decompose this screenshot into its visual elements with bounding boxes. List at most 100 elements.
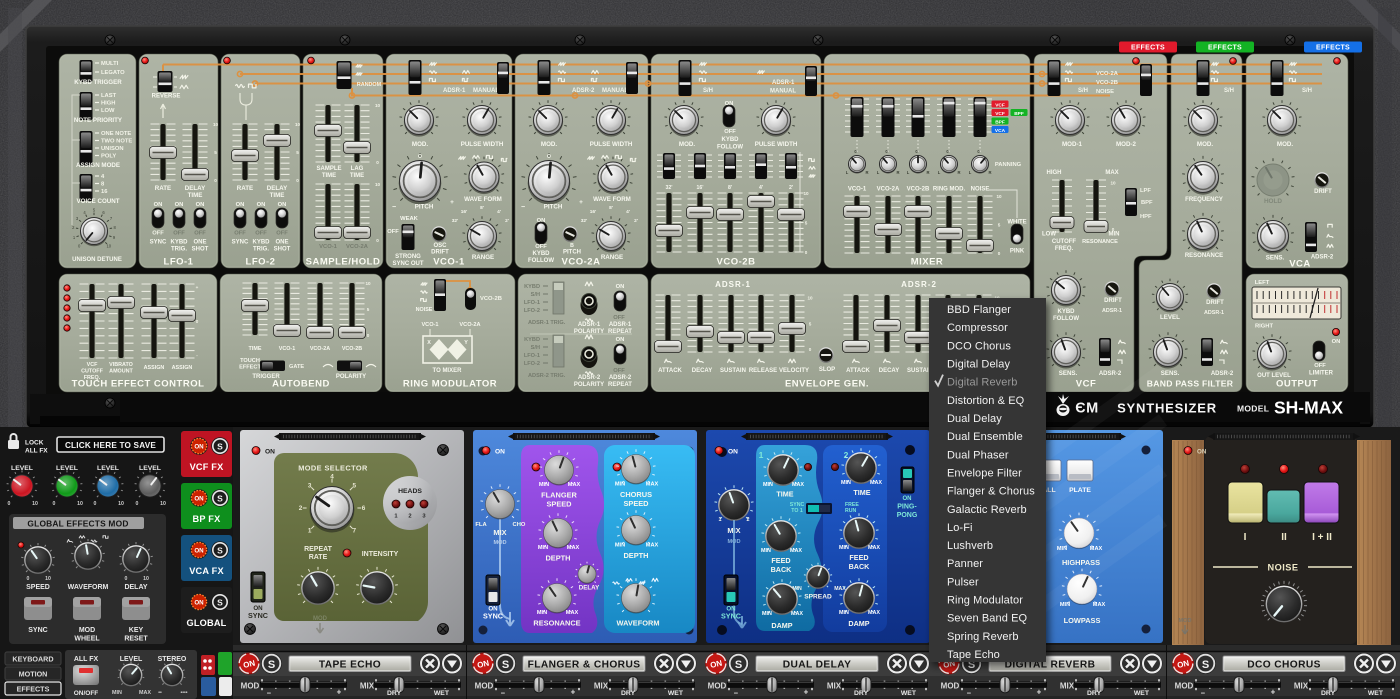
svg-text:VCO-2A: VCO-2A [310, 346, 330, 352]
svg-text:POLARITY: POLARITY [336, 374, 366, 380]
svg-text:VCF FX: VCF FX [190, 462, 225, 472]
svg-text:10: 10 [118, 501, 124, 507]
svg-text:ADSR-2: ADSR-2 [578, 375, 601, 381]
svg-text:DRY: DRY [621, 690, 636, 697]
svg-text:BPF: BPF [1141, 200, 1153, 206]
svg-text:BPF: BPF [995, 119, 1005, 125]
svg-text:ADSR-1: ADSR-1 [578, 322, 601, 328]
svg-text:OFF: OFF [387, 229, 399, 235]
svg-text:NOTE PRIORITY: NOTE PRIORITY [74, 117, 123, 124]
svg-text:EFFECTS: EFFECTS [1208, 45, 1242, 52]
svg-text:TRIGGER: TRIGGER [252, 374, 280, 380]
svg-text:ON: ON [194, 496, 204, 503]
svg-text:ON: ON [903, 496, 912, 502]
svg-text:MOD: MOD [708, 682, 727, 691]
svg-text:LFO-1: LFO-1 [164, 257, 194, 268]
svg-text:PULSE WIDTH: PULSE WIDTH [755, 141, 798, 148]
svg-text:OFF: OFF [724, 129, 736, 135]
svg-text:PANNING: PANNING [995, 162, 1022, 168]
svg-text:CLICK HERE TO SAVE: CLICK HERE TO SAVE [65, 441, 156, 450]
svg-text:SAMPLE/HOLD: SAMPLE/HOLD [306, 257, 381, 268]
svg-text:ON: ON [194, 600, 204, 607]
svg-text:LOW: LOW [101, 108, 115, 114]
svg-text:MOD.: MOD. [541, 141, 557, 148]
svg-text:ON: ON [728, 449, 738, 456]
svg-text:ADSR-1: ADSR-1 [772, 80, 795, 86]
svg-text:RESONANCE: RESONANCE [533, 619, 580, 628]
svg-text:ONE: ONE [275, 240, 288, 246]
svg-text:TO 1: TO 1 [791, 508, 803, 514]
svg-text:PINK: PINK [1010, 249, 1025, 255]
svg-text:KYBD TRIGGER: KYBD TRIGGER [74, 79, 122, 86]
svg-text:MIN: MIN [538, 545, 548, 551]
svg-text:REPEAT: REPEAT [608, 382, 632, 388]
svg-text:RATE: RATE [309, 554, 328, 561]
svg-text:LOCK: LOCK [25, 440, 44, 447]
svg-text:ADSR-1: ADSR-1 [609, 322, 632, 328]
svg-text:+: + [579, 199, 583, 206]
svg-text:ADSR-2: ADSR-2 [901, 280, 937, 289]
svg-text:VCO-1: VCO-1 [279, 346, 295, 352]
svg-text:2: 2 [747, 517, 750, 523]
svg-text:SYNC: SYNC [28, 627, 47, 634]
svg-text:MAX: MAX [1105, 170, 1118, 176]
svg-text:MIN: MIN [1060, 602, 1070, 608]
svg-text:WET: WET [901, 690, 917, 697]
svg-text:VCA FX: VCA FX [189, 566, 224, 576]
svg-text:ON: ON [616, 284, 625, 290]
svg-text:HEADS: HEADS [398, 488, 422, 495]
svg-text:VELOCITY: VELOCITY [779, 368, 809, 374]
svg-text:BBD Flanger: BBD Flanger [947, 304, 1011, 316]
svg-text:FLANGER: FLANGER [541, 491, 577, 500]
svg-text:DELAY: DELAY [579, 585, 600, 592]
svg-text:VCF: VCF [995, 111, 1005, 117]
svg-text:OFF: OFF [1314, 363, 1326, 369]
svg-text:0: 0 [53, 501, 56, 507]
svg-text:OSC: OSC [433, 243, 447, 249]
svg-text:BP FX: BP FX [193, 514, 222, 524]
svg-text:MAX: MAX [868, 610, 880, 616]
svg-text:ATTACK: ATTACK [846, 368, 870, 374]
svg-text:••: •• [158, 690, 162, 696]
svg-text:RANGE: RANGE [601, 254, 623, 261]
svg-text:VCA: VCA [1289, 259, 1311, 270]
svg-text:TIME: TIME [270, 192, 285, 199]
svg-text:ADSR-1 TRIG.: ADSR-1 TRIG. [528, 320, 566, 326]
svg-text:6: 6 [362, 505, 366, 512]
svg-text:Digital Reverb: Digital Reverb [947, 377, 1017, 389]
svg-text:MAX: MAX [567, 545, 580, 551]
svg-text:LFO-2: LFO-2 [246, 257, 276, 268]
svg-text:PULSE WIDTH: PULSE WIDTH [461, 141, 504, 148]
svg-text:S: S [217, 442, 223, 452]
svg-text:RESET: RESET [124, 636, 148, 643]
svg-text:0: 0 [136, 501, 139, 507]
svg-text:Seven Band EQ: Seven Band EQ [947, 613, 1028, 625]
svg-text:OFF: OFF [173, 231, 185, 237]
svg-text:0: 0 [367, 333, 370, 338]
svg-text:Digital Delay: Digital Delay [947, 358, 1010, 370]
svg-text:−: − [392, 204, 396, 211]
svg-text:MOD: MOD [241, 682, 260, 691]
svg-text:DUAL DELAY: DUAL DELAY [783, 660, 852, 671]
svg-text:32': 32' [581, 218, 587, 224]
svg-text:MAX: MAX [139, 690, 151, 696]
svg-text:CHORUS: CHORUS [620, 490, 652, 499]
svg-text:OFF: OFF [613, 368, 625, 374]
svg-text:RING MOD.: RING MOD. [933, 187, 966, 193]
svg-text:ADSR-2: ADSR-2 [1099, 371, 1122, 377]
svg-text:BACK: BACK [771, 565, 793, 574]
svg-text:VCO-2A: VCO-2A [877, 187, 900, 193]
svg-text:S: S [217, 598, 223, 608]
svg-text:II: II [1281, 532, 1287, 543]
svg-text:TOUCH: TOUCH [240, 358, 260, 364]
svg-text:TIME: TIME [188, 192, 203, 199]
svg-text:ADSR-1: ADSR-1 [1102, 308, 1122, 314]
svg-text:VCO-2A: VCO-2A [459, 322, 480, 328]
svg-text:OUTPUT: OUTPUT [1276, 379, 1318, 390]
svg-text:ENVELOPE GEN.: ENVELOPE GEN. [785, 379, 869, 390]
svg-text:MAX: MAX [646, 482, 659, 488]
svg-text:RANGE: RANGE [472, 254, 494, 261]
svg-text:Pulser: Pulser [947, 576, 979, 588]
svg-text:CUTOFF: CUTOFF [81, 369, 103, 375]
svg-text:TWO NOTE: TWO NOTE [101, 139, 132, 145]
